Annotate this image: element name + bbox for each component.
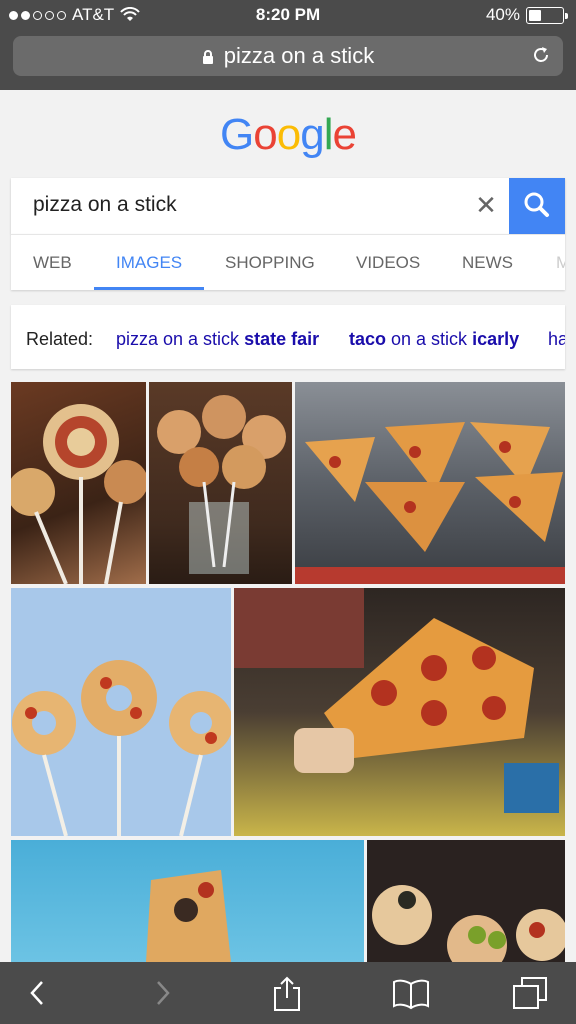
- image-result[interactable]: [11, 840, 364, 962]
- url-text: pizza on a stick: [223, 43, 375, 68]
- forward-icon[interactable]: [152, 976, 174, 1010]
- search-input[interactable]: pizza on a stick: [33, 193, 177, 217]
- tabs-icon[interactable]: [512, 976, 550, 1010]
- back-icon[interactable]: [26, 976, 48, 1010]
- lock-icon: [202, 50, 213, 64]
- logo-letter: e: [332, 110, 357, 159]
- close-icon[interactable]: ✕: [471, 190, 501, 221]
- related-label: Related:: [26, 329, 94, 349]
- tab-videos[interactable]: VIDEOS: [356, 253, 420, 273]
- browser-header: pizza on a stick: [0, 30, 576, 90]
- status-bar: AT&T 8:20 PM 40%: [0, 0, 576, 30]
- search-box: pizza on a stick ✕: [11, 178, 565, 234]
- search-tabs: WEB IMAGES SHOPPING VIDEOS NEWS M: [11, 234, 565, 290]
- search-icon: [524, 192, 549, 217]
- reload-icon[interactable]: [531, 45, 551, 65]
- search-button[interactable]: [509, 178, 565, 234]
- battery-percent: 40%: [485, 5, 520, 24]
- related-link-icarly[interactable]: taco on a stick icarly: [349, 329, 519, 350]
- tab-images[interactable]: IMAGES: [116, 253, 182, 273]
- address-bar[interactable]: pizza on a stick: [13, 36, 563, 76]
- related-link-state-fair[interactable]: pizza on a stick state fair: [116, 329, 319, 350]
- tab-shopping[interactable]: SHOPPING: [225, 253, 315, 273]
- tab-more[interactable]: M: [556, 253, 565, 273]
- tab-web[interactable]: WEB: [33, 253, 72, 273]
- tab-news[interactable]: NEWS: [462, 253, 513, 273]
- image-result[interactable]: [11, 382, 146, 584]
- bookmarks-icon[interactable]: [392, 976, 430, 1010]
- related-link-more[interactable]: ha: [548, 329, 565, 350]
- logo-letter: g: [300, 110, 325, 159]
- image-result[interactable]: [295, 382, 565, 584]
- logo-letter: o: [276, 110, 302, 159]
- google-logo: Google: [0, 110, 576, 160]
- image-result[interactable]: [367, 840, 565, 962]
- battery-icon: [526, 6, 568, 24]
- battery-group: 40%: [485, 5, 568, 25]
- share-icon[interactable]: [272, 976, 302, 1012]
- related-searches: Related: pizza on a stick state fair tac…: [11, 305, 565, 369]
- image-result[interactable]: [234, 588, 565, 836]
- image-result[interactable]: [11, 588, 231, 836]
- logo-letter: G: [220, 110, 254, 159]
- browser-toolbar: [0, 962, 576, 1024]
- active-tab-indicator: [94, 287, 204, 290]
- logo-letter: o: [253, 110, 278, 159]
- image-result[interactable]: [149, 382, 292, 584]
